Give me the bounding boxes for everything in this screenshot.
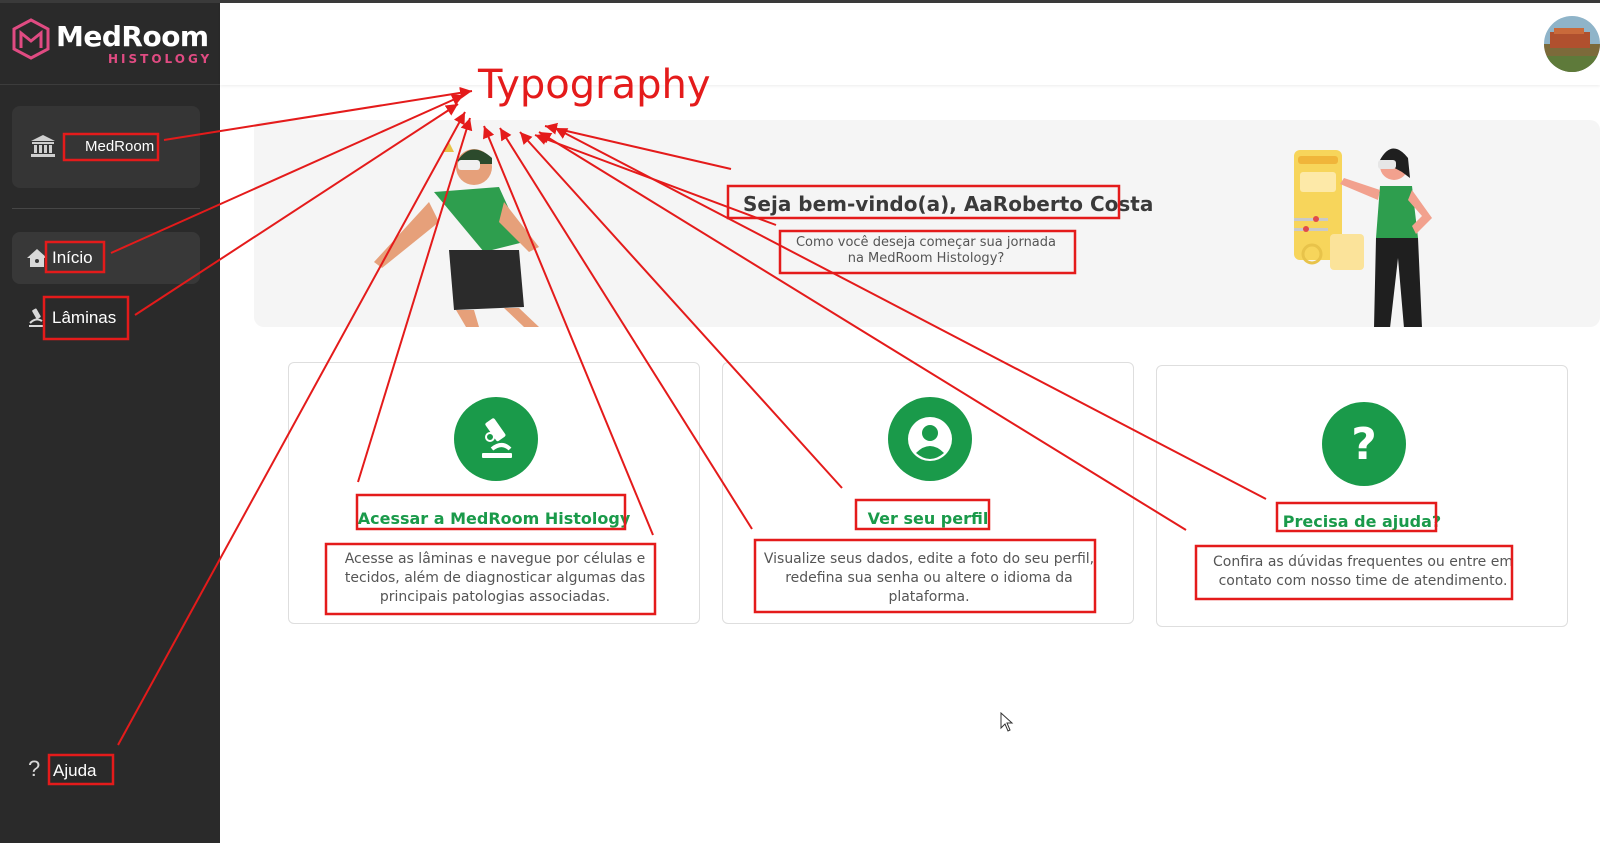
top-bar	[220, 3, 1600, 85]
institution-icon	[31, 135, 55, 157]
avatar[interactable]	[1544, 16, 1600, 72]
card-description: Confira as dúvidas frequentes ou entre e…	[1213, 554, 1513, 589]
sidebar-item-inicio[interactable]: Início	[12, 232, 200, 284]
svg-text:?: ?	[1351, 419, 1377, 470]
medroom-logo-icon	[12, 18, 50, 60]
sidebar: MedRoom HISTOLOGY MedRoom Início Lâminas	[0, 0, 220, 843]
mouse-cursor-icon	[1000, 712, 1014, 732]
card-view-profile[interactable]: Ver seu perfil Visualize seus dados, edi…	[722, 362, 1134, 624]
card-title: Precisa de ajuda?	[1282, 512, 1442, 531]
sidebar-divider	[0, 84, 220, 85]
sidebar-item-label: Início	[52, 248, 93, 267]
card-need-help[interactable]: ? Precisa de ajuda? Confira as dúvidas f…	[1156, 365, 1568, 627]
question-icon[interactable]: ?	[28, 756, 40, 782]
welcome-banner	[254, 120, 1600, 327]
user-icon	[888, 397, 972, 481]
sidebar-item-laminas[interactable]: Lâminas	[12, 292, 200, 344]
card-description: Acesse as lâminas e navegue por células …	[344, 551, 646, 605]
sidebar-item-ajuda[interactable]: Ajuda	[53, 761, 96, 781]
sidebar-item-label: Lâminas	[52, 308, 117, 327]
brand-name: MedRoom	[56, 20, 209, 53]
card-access-histology[interactable]: Acessar a MedRoom Histology Acesse as lâ…	[288, 362, 700, 624]
vr-man-illustration	[374, 142, 539, 327]
microscope-icon	[454, 397, 538, 481]
annotation-label: Typography	[478, 62, 711, 108]
organization-card[interactable]: MedRoom	[12, 106, 200, 188]
window-top-border	[0, 0, 1600, 3]
organization-name: MedRoom	[85, 138, 155, 155]
sidebar-divider	[12, 208, 200, 209]
home-icon	[27, 249, 47, 267]
card-title: Acessar a MedRoom Histology	[357, 509, 631, 528]
avatar-image	[1544, 16, 1600, 72]
card-description: Visualize seus dados, edite a foto do se…	[763, 551, 1095, 605]
card-title: Ver seu perfil	[867, 509, 989, 528]
welcome-heading: Seja bem-vindo(a), AaRoberto Costa	[743, 192, 1154, 216]
welcome-subtitle: Como você deseja começar sua jornada na …	[795, 235, 1056, 266]
brand-subtitle: HISTOLOGY	[108, 52, 213, 66]
logo[interactable]: MedRoom HISTOLOGY	[12, 16, 212, 68]
question-icon: ?	[1322, 402, 1406, 486]
microscope-icon	[29, 308, 45, 327]
vr-woman-illustration	[1294, 148, 1432, 327]
